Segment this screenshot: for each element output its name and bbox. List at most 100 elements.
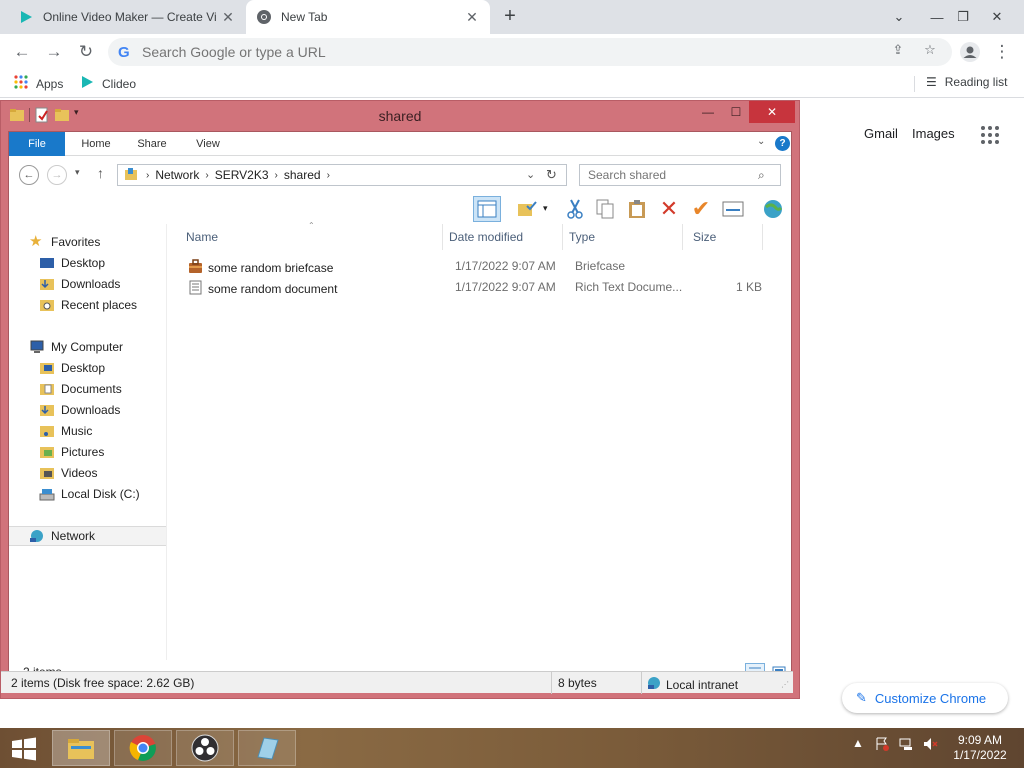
nav-computer-videos[interactable]: Videos [39,463,97,483]
nav-computer-documents[interactable]: Documents [39,379,122,399]
file-size: 1 KB [735,280,762,294]
nav-label: Desktop [61,361,106,375]
paste-button[interactable] [623,196,651,222]
nav-favorites[interactable]: ★ Favorites [29,232,100,252]
preview-pane-button[interactable] [473,196,501,222]
customize-chrome-button[interactable]: ✎ Customize Chrome [842,683,1008,713]
column-header-size[interactable]: Size [683,224,763,250]
forward-icon[interactable]: → [47,165,67,185]
rename-checkmark-icon[interactable]: ✔ [687,196,715,222]
google-apps-icon[interactable] [981,126,999,144]
briefcase-icon [188,259,203,277]
start-button[interactable] [6,734,42,764]
maximize-icon[interactable]: ☐ [723,101,749,123]
obs-icon [191,734,219,762]
chevron-right-icon[interactable]: › [327,170,330,181]
chevron-right-icon[interactable]: › [146,170,149,181]
folder-options-button[interactable] [513,196,541,222]
images-link[interactable]: Images [912,126,955,141]
recent-locations-icon[interactable]: ▾ [75,167,80,178]
copy-button[interactable] [591,196,619,222]
column-label: Name [186,230,219,244]
nav-computer-desktop[interactable]: Desktop [39,358,105,378]
omnibox-input[interactable] [142,44,882,60]
chevron-down-icon[interactable]: ⌄ [526,168,535,181]
close-tab-icon[interactable]: ✕ [220,9,236,26]
taskbar-file-explorer[interactable] [52,730,110,766]
minimize-icon[interactable]: — [695,101,721,123]
tab-file[interactable]: File [9,132,65,156]
status-bar: 2 items (Disk free space: 2.62 GB) 8 byt… [1,671,793,694]
back-icon[interactable]: ← [19,165,39,185]
breadcrumb-network[interactable]: Network [155,168,199,182]
taskbar-notepad[interactable] [238,730,296,766]
tab-view[interactable]: View [183,132,233,156]
chevron-right-icon[interactable]: › [205,170,208,181]
chrome-menu-icon[interactable]: ⋮ [990,40,1014,64]
back-icon[interactable]: ← [10,40,34,64]
reading-list-button[interactable]: ☰ Reading list [926,75,1007,89]
nav-computer-downloads[interactable]: Downloads [39,400,120,420]
column-header-type[interactable]: Type [563,224,683,250]
omnibox[interactable]: G ⇪ ☆ [108,38,952,66]
tab-search-icon[interactable]: ⌄ [882,0,916,34]
tab-home[interactable]: Home [71,132,121,156]
close-window-icon[interactable]: ✕ [749,101,795,123]
breadcrumb-shared[interactable]: shared [284,168,321,182]
cut-button[interactable] [561,196,589,222]
bookmark-apps[interactable]: Apps [14,75,63,92]
column-header-date[interactable]: Date modified [443,224,563,250]
tab-share[interactable]: Share [127,132,177,156]
nav-my-computer[interactable]: My Computer [29,337,123,357]
nav-favorites-recent[interactable]: Recent places [39,295,137,315]
explorer-title-bar[interactable]: ▾ shared — ☐ ✕ [1,101,799,131]
restore-icon[interactable]: ❐ [946,0,980,34]
internet-options-button[interactable] [759,196,787,222]
reload-icon[interactable]: ↻ [74,40,98,64]
close-tab-icon[interactable]: ✕ [464,9,480,26]
search-icon[interactable]: ⌕ [758,168,765,183]
chevron-right-icon[interactable]: › [275,170,278,181]
network-tray-icon[interactable] [898,736,914,755]
nav-label: Videos [61,466,98,480]
nav-network[interactable]: Network [9,526,166,546]
address-bar[interactable]: › Network › SERV2K3 › shared › ⌄ ↻ [117,164,567,186]
delete-icon[interactable]: ✕ [655,196,683,222]
properties-button[interactable] [719,196,747,222]
resize-grip-icon[interactable]: ⋰ [781,680,789,689]
bookmark-clideo[interactable]: Clideo [80,75,136,92]
profile-avatar-icon[interactable] [958,40,982,64]
nav-computer-local-disk[interactable]: Local Disk (C:) [39,484,140,504]
file-row[interactable]: some random document 1/17/2022 9:07 AM R… [186,277,776,298]
bookmark-star-icon[interactable]: ☆ [920,42,940,62]
share-icon[interactable]: ⇪ [888,42,908,62]
tab-online-video-maker[interactable]: Online Video Maker — Create Vi ✕ [8,0,246,34]
clock[interactable]: 9:09 AM 1/17/2022 [948,733,1012,763]
search-box[interactable]: ⌕ [579,164,781,186]
up-icon[interactable]: ↑ [97,165,104,181]
nav-computer-pictures[interactable]: Pictures [39,442,104,462]
action-center-flag-icon[interactable] [874,736,890,755]
new-tab-button[interactable]: + [498,5,522,29]
breadcrumb-serv2k3[interactable]: SERV2K3 [215,168,269,182]
help-icon[interactable]: ? [775,136,790,151]
nav-computer-music[interactable]: Music [39,421,92,441]
star-icon: ★ [29,233,43,250]
show-hidden-icons[interactable]: ▲ [852,736,864,750]
nav-favorites-desktop[interactable]: Desktop [39,253,105,273]
column-header-name[interactable]: Name ⌃ [168,221,443,250]
tab-new-tab[interactable]: New Tab ✕ [246,0,490,34]
gmail-link[interactable]: Gmail [864,126,898,141]
chevron-down-icon[interactable]: ▾ [543,203,548,214]
close-window-icon[interactable]: ✕ [980,0,1014,34]
forward-icon[interactable]: → [42,40,66,64]
taskbar-chrome[interactable] [114,730,172,766]
taskbar-obs[interactable] [176,730,234,766]
refresh-icon[interactable]: ↻ [546,167,557,183]
volume-muted-icon[interactable] [922,736,938,755]
search-input[interactable] [588,168,758,182]
nav-favorites-downloads[interactable]: Downloads [39,274,120,294]
document-icon [188,280,203,298]
file-row[interactable]: some random briefcase 1/17/2022 9:07 AM … [186,256,776,277]
expand-ribbon-icon[interactable]: ⌄ [757,136,765,147]
